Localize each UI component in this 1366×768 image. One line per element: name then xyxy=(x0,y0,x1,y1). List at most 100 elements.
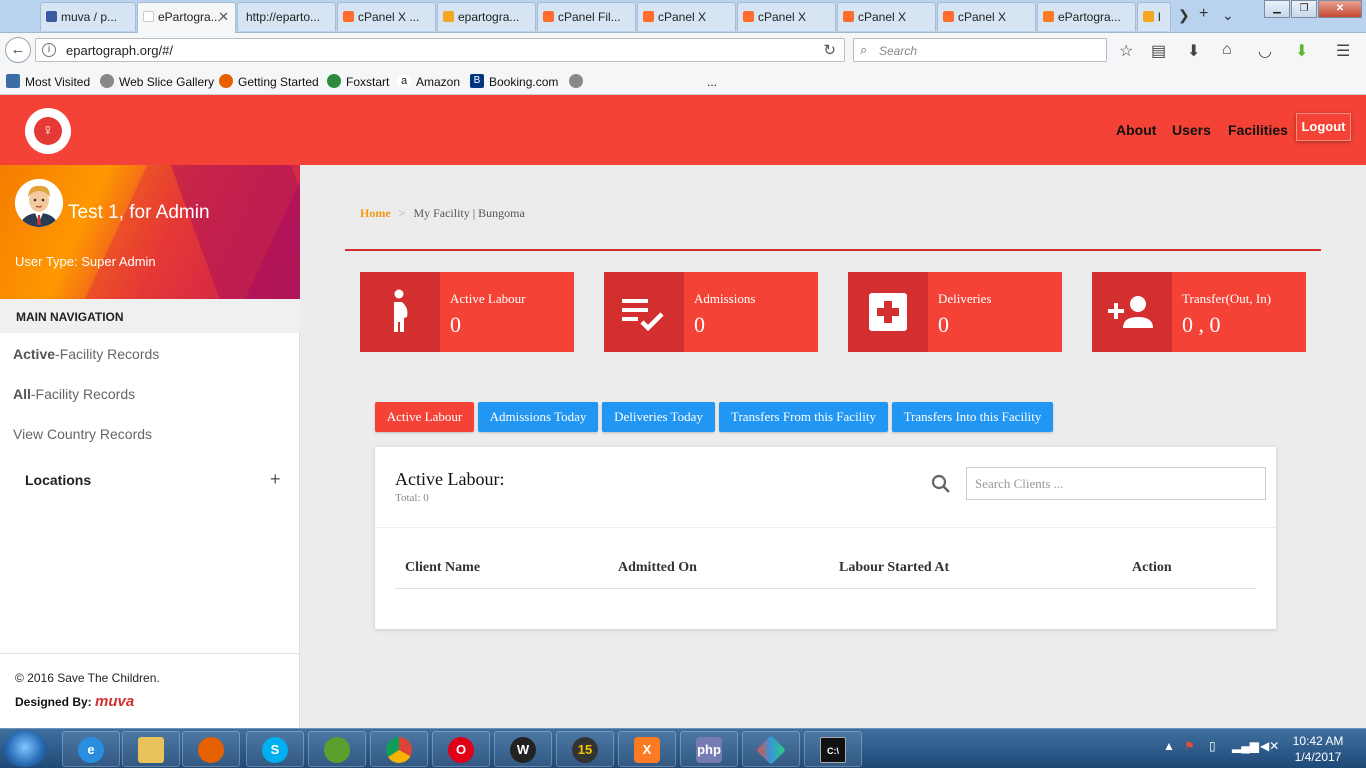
stat-card-deliveries[interactable]: Deliveries 0 xyxy=(848,272,1062,352)
playlist-check-icon xyxy=(622,299,664,332)
tab-active-labour[interactable]: Active Labour xyxy=(375,402,474,432)
back-icon[interactable]: ← xyxy=(5,37,31,63)
file-explorer-icon xyxy=(138,737,164,763)
tab-list-icon[interactable]: ⌄ xyxy=(1222,7,1234,24)
url-text[interactable]: epartograph.org/#/ xyxy=(66,43,173,58)
phpmyadmin-icon xyxy=(1143,11,1154,22)
action-center-icon[interactable]: ⚑ xyxy=(1184,739,1195,753)
new-tab-icon[interactable]: + xyxy=(1199,5,1208,23)
browser-tab[interactable]: cPanel X xyxy=(737,2,836,31)
search-icon[interactable] xyxy=(931,474,951,494)
stat-card-active-labour[interactable]: Active Labour 0 xyxy=(360,272,574,352)
taskbar-app[interactable] xyxy=(742,731,800,767)
browser-tab[interactable]: cPanel Fil... xyxy=(537,2,636,31)
muva-logo[interactable]: muva xyxy=(95,693,134,710)
site-info-icon[interactable]: i xyxy=(42,43,56,57)
bookmark-item[interactable]: B Booking.com xyxy=(470,74,558,89)
table-header-divider xyxy=(395,588,1256,589)
card-divider xyxy=(375,527,1276,528)
bookmark-item[interactable]: Most Visited xyxy=(6,74,90,89)
system-clock[interactable]: 10:42 AM 1/4/2017 xyxy=(1288,733,1348,765)
browser-tab[interactable]: muva / p... xyxy=(40,2,136,31)
mother-baby-icon: ♀ xyxy=(34,117,62,145)
browser-tab-strip: muva / p... ePartogra... ✕ http://eparto.… xyxy=(0,0,1366,33)
bookmark-item[interactable]: Web Slice Gallery xyxy=(100,74,214,89)
stat-card-admissions[interactable]: Admissions 0 xyxy=(604,272,818,352)
home-icon[interactable]: ⌂ xyxy=(1222,41,1232,59)
taskbar-app[interactable]: W xyxy=(494,731,552,767)
user-avatar-icon xyxy=(15,179,63,227)
tab-admissions-today[interactable]: Admissions Today xyxy=(478,402,598,432)
restore-icon[interactable]: ❐ xyxy=(1291,0,1317,18)
tab-transfers-from-facility[interactable]: Transfers From this Facility xyxy=(719,402,888,432)
taskbar-app[interactable]: 15 xyxy=(556,731,614,767)
download-helper-icon[interactable]: ⬇ xyxy=(1295,41,1308,61)
reading-list-icon[interactable]: ▤ xyxy=(1151,41,1166,61)
sidebar-item-all-facility-records[interactable]: All-Facility Records xyxy=(13,386,135,402)
logout-button[interactable]: Logout xyxy=(1296,113,1351,141)
tab-scroll-right-icon[interactable]: ❯ xyxy=(1178,7,1190,24)
browser-tab[interactable]: epartogra... xyxy=(437,2,536,31)
reload-icon[interactable]: ↻ xyxy=(823,41,836,59)
menu-icon[interactable]: ☰ xyxy=(1336,41,1350,61)
taskbar-app[interactable]: e xyxy=(62,731,120,767)
downloads-icon[interactable]: ⬇ xyxy=(1187,41,1200,61)
taskbar-app[interactable]: O xyxy=(432,731,490,767)
pocket-icon[interactable]: ◡ xyxy=(1258,41,1272,61)
browser-tab[interactable]: cPanel X xyxy=(837,2,936,31)
window-close-icon[interactable]: ✕ xyxy=(1318,0,1362,18)
sidebar-item-view-country-records[interactable]: View Country Records xyxy=(13,426,152,442)
stat-card-transfers[interactable]: Transfer(Out, In) 0 , 0 xyxy=(1092,272,1306,352)
nav-facilities[interactable]: Facilities xyxy=(1228,122,1288,138)
taskbar-app[interactable] xyxy=(308,731,366,767)
minimize-icon[interactable]: ▁ xyxy=(1264,0,1290,18)
firefox-icon xyxy=(198,737,224,763)
bookmark-item[interactable]: Foxstart xyxy=(327,74,389,89)
tab-transfers-into-facility[interactable]: Transfers Into this Facility xyxy=(892,402,1053,432)
browser-tab[interactable]: cPanel X xyxy=(637,2,736,31)
browser-tab[interactable]: cPanel X ... xyxy=(337,2,436,31)
volume-muted-icon[interactable]: ◀✕ xyxy=(1260,739,1279,753)
sidebar-item-label: -Facility Records xyxy=(55,346,160,362)
taskbar-app[interactable]: X xyxy=(618,731,676,767)
browser-tab[interactable]: ePartogra... xyxy=(1037,2,1136,31)
taskbar-app[interactable] xyxy=(370,731,428,767)
taskbar-app[interactable]: S xyxy=(246,731,304,767)
taskbar-app[interactable] xyxy=(122,731,180,767)
browser-search-bar[interactable]: ⌕ Search xyxy=(853,38,1107,62)
browser-tab[interactable]: cPanel X xyxy=(937,2,1036,31)
bookmark-item[interactable]: a Amazon xyxy=(397,74,460,89)
show-hidden-icons-icon[interactable]: ▲ xyxy=(1163,739,1175,753)
tab-close-icon[interactable]: ✕ xyxy=(218,9,229,25)
bookmarks-overflow[interactable]: ... xyxy=(688,75,717,89)
epartograph-logo[interactable]: ♀ xyxy=(25,108,71,154)
breadcrumb-home[interactable]: Home xyxy=(360,206,391,220)
browser-tab[interactable]: l xyxy=(1137,2,1171,31)
most-visited-icon xyxy=(6,74,20,88)
profile-name: Test 1, for Admin xyxy=(68,202,210,223)
bookmark-item[interactable]: Getting Started xyxy=(219,74,319,89)
windows-start-icon[interactable] xyxy=(3,731,47,767)
nav-about[interactable]: About xyxy=(1116,122,1156,138)
browser-tab-active[interactable]: ePartogra... ✕ xyxy=(137,2,236,33)
firefox-icon xyxy=(219,74,233,88)
expand-plus-icon[interactable]: + xyxy=(270,469,281,490)
tab-favicon-icon xyxy=(143,11,154,22)
taskbar-app[interactable]: php xyxy=(680,731,738,767)
sidebar-item-locations[interactable]: Locations xyxy=(25,472,91,488)
taskbar-app[interactable]: C:\ xyxy=(804,731,862,767)
taskbar-app[interactable] xyxy=(182,731,240,767)
active-labour-card: Active Labour: Total: 0 Client Name Admi… xyxy=(375,447,1276,629)
bookmark-star-icon[interactable]: ☆ xyxy=(1119,41,1133,61)
sidebar-item-active-facility-records[interactable]: Active-Facility Records xyxy=(13,346,159,362)
device-icon[interactable]: ▯ xyxy=(1209,739,1216,753)
network-signal-icon[interactable]: ▂▄▆ xyxy=(1232,739,1259,753)
tab-deliveries-today[interactable]: Deliveries Today xyxy=(602,402,715,432)
person-add-icon xyxy=(1108,296,1153,328)
nav-users[interactable]: Users xyxy=(1172,122,1211,138)
search-clients-input[interactable] xyxy=(966,467,1266,500)
cpanel-icon xyxy=(743,11,754,22)
url-bar[interactable]: i epartograph.org/#/ ↻ xyxy=(35,38,845,62)
browser-tab[interactable]: http://eparto... xyxy=(237,2,336,31)
booking-icon: B xyxy=(470,74,484,88)
